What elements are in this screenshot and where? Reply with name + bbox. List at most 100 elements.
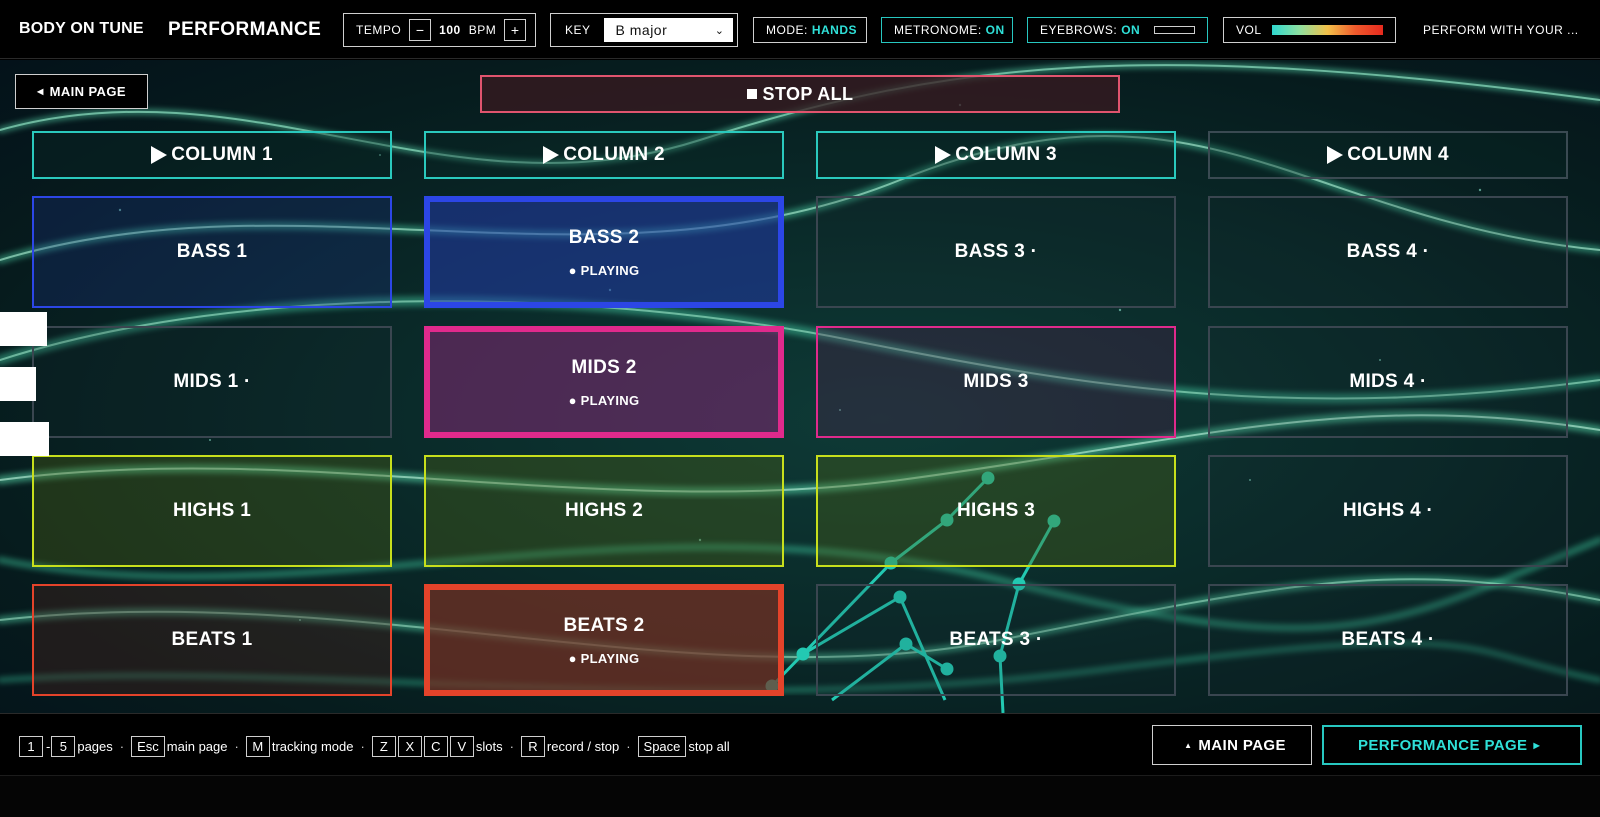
key-label: KEY <box>565 23 591 37</box>
performance-stage: ◀ MAIN PAGE STOP ALL COLUMN 1 COLUMN 2 C… <box>0 60 1600 713</box>
metronome-toggle[interactable]: METRONOME: ON <box>881 17 1013 43</box>
page-title: PERFORMANCE <box>168 19 322 40</box>
slot-label: MIDS 3 <box>963 371 1029 392</box>
slot-label: BEATS 1 <box>171 629 253 650</box>
shortcut-desc: slots <box>475 739 503 754</box>
stop-icon <box>746 89 757 99</box>
slot-label: BASS 3 · <box>954 241 1038 262</box>
volume-gradient-bar[interactable] <box>1271 25 1383 35</box>
slot-mids-3[interactable]: MIDS 3 <box>816 326 1176 438</box>
eyebrows-label: EYEBROWS: <box>1040 23 1118 37</box>
tempo-value: 100 <box>439 23 461 37</box>
slot-highs-4[interactable]: HIGHS 4 · <box>1208 455 1568 567</box>
slot-mids-1[interactable]: MIDS 1 · <box>32 326 392 438</box>
slot-label: HIGHS 4 · <box>1342 500 1434 521</box>
column-2-play-button[interactable]: COLUMN 2 <box>424 131 784 179</box>
main-page-button[interactable]: ◀ MAIN PAGE <box>15 74 148 109</box>
column-label: COLUMN 2 <box>563 144 665 165</box>
slot-bass-4[interactable]: BASS 4 · <box>1208 196 1568 308</box>
arrow-right-icon: ▶ <box>1533 740 1541 750</box>
tempo-decrease-button[interactable]: − <box>409 19 432 41</box>
eyebrows-value: ON <box>1121 23 1141 37</box>
footer-performance-label: PERFORMANCE PAGE <box>1357 736 1528 754</box>
playing-status: ● PLAYING <box>568 262 640 278</box>
column-3-play-button[interactable]: COLUMN 3 <box>816 131 1176 179</box>
slot-bass-2[interactable]: BASS 2 ● PLAYING <box>424 196 784 308</box>
stop-all-label: STOP ALL <box>762 83 854 104</box>
slot-label: HIGHS 1 <box>172 500 252 521</box>
slot-mids-4[interactable]: MIDS 4 · <box>1208 326 1568 438</box>
metronome-value: ON <box>985 23 1005 37</box>
column-label: COLUMN 1 <box>171 144 273 165</box>
footer-performance-page-button[interactable]: PERFORMANCE PAGE ▶ <box>1322 725 1582 765</box>
slot-label: BASS 1 <box>176 241 248 262</box>
key-5: 5 <box>51 736 76 757</box>
column-4-play-button[interactable]: COLUMN 4 <box>1208 131 1568 179</box>
chevron-down-icon: ⌄ <box>714 24 725 37</box>
slot-label: BEATS 3 · <box>949 629 1043 650</box>
mode-value: HANDS <box>811 23 858 37</box>
footer-main-page-label: MAIN PAGE <box>1198 736 1286 754</box>
keyboard-shortcuts: 1 - 5 pages · Esc main page · M tracking… <box>19 736 730 757</box>
slot-label: BASS 4 · <box>1346 241 1430 262</box>
slot-beats-3[interactable]: BEATS 3 · <box>816 584 1176 696</box>
key-control: KEY B major ⌄ <box>550 13 738 47</box>
slot-label: MIDS 1 · <box>173 371 251 392</box>
column-1-play-button[interactable]: COLUMN 1 <box>32 131 392 179</box>
column-label: COLUMN 4 <box>1347 144 1449 165</box>
key-r: R <box>520 736 545 757</box>
side-tab[interactable] <box>0 367 36 401</box>
play-icon <box>151 146 168 164</box>
key-select[interactable]: B major ⌄ <box>603 18 733 42</box>
play-icon <box>543 146 560 164</box>
arrow-up-icon: ▲ <box>1184 740 1193 750</box>
key-1: 1 <box>19 736 43 757</box>
eyebrows-meter <box>1154 26 1195 34</box>
mode-toggle[interactable]: MODE: HANDS <box>753 17 867 43</box>
volume-control[interactable]: VOL <box>1223 17 1396 43</box>
slot-beats-1[interactable]: BEATS 1 <box>32 584 392 696</box>
slot-highs-2[interactable]: HIGHS 2 <box>424 455 784 567</box>
slot-label: BASS 2 <box>568 226 640 248</box>
shortcut-desc: record / stop <box>546 739 620 754</box>
slot-beats-2[interactable]: BEATS 2 ● PLAYING <box>424 584 784 696</box>
eyebrows-toggle[interactable]: EYEBROWS: ON <box>1027 17 1208 43</box>
slot-beats-4[interactable]: BEATS 4 · <box>1208 584 1568 696</box>
main-page-label: MAIN PAGE <box>49 84 126 99</box>
slot-bass-1[interactable]: BASS 1 <box>32 196 392 308</box>
footer-main-page-button[interactable]: ▲ MAIN PAGE <box>1152 725 1312 765</box>
play-icon <box>935 146 952 164</box>
footer-bar: 1 - 5 pages · Esc main page · M tracking… <box>0 713 1600 775</box>
slot-label: BEATS 2 <box>563 614 645 636</box>
key-space: Space <box>637 736 687 757</box>
stop-all-button[interactable]: STOP ALL <box>480 75 1120 113</box>
playing-status: ● PLAYING <box>568 650 640 666</box>
mode-label: MODE: <box>766 23 808 37</box>
key-z: Z <box>371 736 396 757</box>
slot-bass-3[interactable]: BASS 3 · <box>816 196 1176 308</box>
brand-logo: BODY ON TUNE <box>19 20 144 37</box>
key-m: M <box>245 736 270 757</box>
tagline: PERFORM WITH YOUR ... <box>1423 23 1579 37</box>
top-bar: BODY ON TUNE PERFORMANCE TEMPO − 100 BPM… <box>0 0 1600 59</box>
side-tab[interactable] <box>0 312 47 346</box>
shortcut-desc: tracking mode <box>271 739 354 754</box>
slot-label: HIGHS 2 <box>564 500 644 521</box>
tempo-increase-button[interactable]: + <box>504 19 527 41</box>
key-x: X <box>397 736 422 757</box>
volume-label: VOL <box>1236 23 1262 37</box>
shortcut-desc: pages <box>77 739 113 754</box>
metronome-label: METRONOME: <box>894 23 982 37</box>
key-c: C <box>423 736 448 757</box>
slot-highs-3[interactable]: HIGHS 3 <box>816 455 1176 567</box>
key-esc: Esc <box>131 736 165 757</box>
play-icon <box>1327 146 1344 164</box>
slot-label: BEATS 4 · <box>1341 629 1435 650</box>
tempo-unit: BPM <box>468 23 497 37</box>
key-v: V <box>449 736 474 757</box>
slot-mids-2[interactable]: MIDS 2 ● PLAYING <box>424 326 784 438</box>
key-select-value: B major <box>615 22 668 38</box>
slot-label: MIDS 4 · <box>1349 371 1427 392</box>
side-tab[interactable] <box>0 422 49 456</box>
slot-highs-1[interactable]: HIGHS 1 <box>32 455 392 567</box>
